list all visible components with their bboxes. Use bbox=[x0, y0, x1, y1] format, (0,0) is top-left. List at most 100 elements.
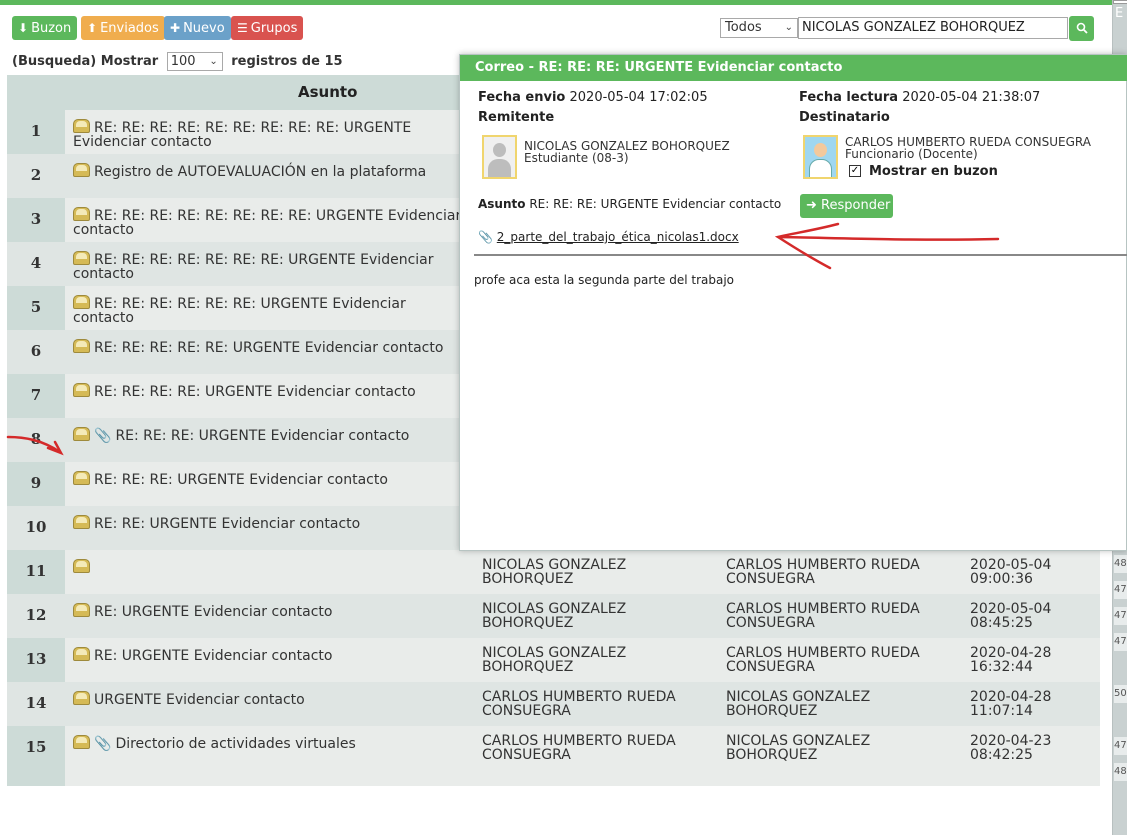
side-number: 48 bbox=[1114, 763, 1127, 781]
destinatario-label: Destinatario bbox=[799, 110, 890, 125]
fecha-envio: Fecha envio 2020-05-04 17:02:05 bbox=[478, 90, 708, 105]
enviados-button[interactable]: ⬆ Enviados bbox=[81, 16, 165, 40]
buzon-label: Buzon bbox=[31, 21, 72, 36]
side-panel-title: E bbox=[1115, 6, 1124, 21]
row-subject[interactable]: URGENTE Evidenciar contacto bbox=[73, 691, 463, 707]
subject-text: Directorio de actividades virtuales bbox=[115, 736, 356, 752]
list-icon: ☰ bbox=[237, 21, 248, 35]
row-number: 5 bbox=[30, 298, 42, 316]
row-subject[interactable]: RE: RE: RE: RE: RE: RE: RE: RE: RE: URGE… bbox=[73, 119, 463, 149]
row-date: 2020-04-23 08:42:25 bbox=[970, 733, 1052, 763]
fecha-envio-label: Fecha envio bbox=[478, 90, 566, 105]
envelope-icon bbox=[73, 427, 90, 441]
side-panel-box bbox=[1113, 0, 1127, 4]
side-number: 47 bbox=[1114, 737, 1127, 755]
row-subject[interactable]: Registro de AUTOEVALUACIÓN en la platafo… bbox=[73, 163, 463, 179]
row-number: 7 bbox=[30, 386, 42, 404]
asunto-line: Asunto RE: RE: RE: URGENTE Evidenciar co… bbox=[478, 197, 781, 211]
asunto-value: RE: RE: RE: URGENTE Evidenciar contacto bbox=[529, 197, 782, 211]
row-date: 2020-04-28 11:07:14 bbox=[970, 689, 1052, 719]
row-number: 10 bbox=[25, 518, 47, 536]
header-asunto: Asunto bbox=[298, 83, 358, 101]
search-button[interactable] bbox=[1069, 16, 1094, 41]
subject-text: RE: RE: RE: RE: RE: RE: RE: URGENTE Evid… bbox=[73, 252, 434, 282]
table-row[interactable]: 15 📎 Directorio de actividades virtuales CA… bbox=[7, 726, 1100, 770]
row-to: CARLOS HUMBERTO RUEDA CONSUEGRA bbox=[726, 601, 920, 631]
row-date: 2020-04-28 16:32:44 bbox=[970, 645, 1052, 675]
row-subject[interactable]: RE: RE: RE: RE: URGENTE Evidenciar conta… bbox=[73, 383, 463, 399]
subject-text: RE: RE: RE: RE: RE: RE: RE: RE: URGENTE … bbox=[73, 208, 462, 238]
remitente-label: Remitente bbox=[478, 110, 555, 125]
row-number: 13 bbox=[25, 650, 47, 668]
mostrar-label: Mostrar en buzon bbox=[869, 164, 998, 179]
row-number: 1 bbox=[30, 122, 42, 140]
arrow-right-icon: ➜ bbox=[806, 198, 817, 213]
row-subject[interactable]: 📎 Directorio de actividades virtuales bbox=[73, 735, 463, 751]
arrow-up-icon: ⬆ bbox=[87, 21, 98, 35]
row-number: 12 bbox=[25, 606, 47, 624]
side-number: 48 bbox=[1114, 555, 1127, 573]
row-subject[interactable]: RE: URGENTE Evidenciar contacto bbox=[73, 647, 463, 663]
grupos-button[interactable]: ☰ Grupos bbox=[231, 16, 304, 40]
attachment-link[interactable]: 2_parte_del_trabajo_ética_nicolas1.docx bbox=[497, 230, 739, 244]
subject-text: RE: RE: RE: RE: URGENTE Evidenciar conta… bbox=[94, 384, 416, 400]
row-subject[interactable]: RE: RE: RE: URGENTE Evidenciar contacto bbox=[73, 471, 463, 487]
side-number: 47 bbox=[1114, 607, 1127, 625]
row-subject[interactable]: RE: RE: RE: RE: RE: RE: RE: RE: URGENTE … bbox=[73, 207, 463, 237]
row-from: NICOLAS GONZALEZ BOHORQUEZ bbox=[482, 601, 627, 631]
listing-info: (Busqueda) Mostrar 100 ⌄ registros de 15 bbox=[12, 52, 343, 71]
row-number: 8 bbox=[30, 430, 42, 448]
check-icon: ✓ bbox=[850, 165, 860, 176]
row-subject[interactable] bbox=[73, 559, 463, 575]
buzon-button[interactable]: ⬇ Buzon bbox=[12, 16, 78, 40]
row-subject[interactable]: RE: RE: RE: RE: RE: RE: URGENTE Evidenci… bbox=[73, 295, 463, 325]
row-to: CARLOS HUMBERTO RUEDA CONSUEGRA bbox=[726, 645, 920, 675]
row-subject[interactable]: RE: RE: RE: RE: RE: URGENTE Evidenciar c… bbox=[73, 339, 463, 355]
row-subject[interactable]: RE: RE: RE: RE: RE: RE: RE: URGENTE Evid… bbox=[73, 251, 463, 281]
paperclip-icon: 📎 bbox=[94, 736, 112, 752]
message-body: profe aca esta la segunda parte del trab… bbox=[474, 273, 735, 287]
listing-prefix: (Busqueda) Mostrar bbox=[12, 54, 159, 69]
table-row[interactable]: 12 RE: URGENTE Evidenciar contacto NICOLAS… bbox=[7, 594, 1100, 638]
sender-avatar bbox=[482, 135, 517, 179]
side-number: 47 bbox=[1114, 633, 1127, 651]
filter-select[interactable]: Todos ⌄ bbox=[720, 18, 798, 38]
plus-icon: ✚ bbox=[170, 21, 181, 35]
envelope-icon bbox=[73, 295, 90, 309]
top-accent-bar bbox=[0, 0, 1112, 5]
attachment-row: 📎 2_parte_del_trabajo_ética_nicolas1.doc… bbox=[478, 230, 739, 244]
modal-title[interactable]: Correo - RE: RE: RE: URGENTE Evidenciar … bbox=[460, 55, 1127, 81]
subject-text: Registro de AUTOEVALUACIÓN en la platafo… bbox=[94, 164, 427, 180]
envelope-icon bbox=[73, 735, 90, 749]
envelope-icon bbox=[73, 647, 90, 661]
fecha-lectura-value: 2020-05-04 21:38:07 bbox=[902, 90, 1041, 105]
page-size-select[interactable]: 100 ⌄ bbox=[166, 52, 223, 71]
envelope-icon bbox=[73, 691, 90, 705]
mostrar-checkbox[interactable]: ✓ bbox=[849, 165, 861, 177]
search-input[interactable]: NICOLAS GONZALEZ BOHORQUEZ bbox=[798, 17, 1068, 39]
subject-text: RE: RE: RE: URGENTE Evidenciar contacto bbox=[115, 428, 410, 444]
listing-suffix: registros de 15 bbox=[231, 54, 343, 69]
row-subject[interactable]: 📎 RE: RE: RE: URGENTE Evidenciar contacto bbox=[73, 427, 463, 443]
row-subject[interactable]: RE: RE: URGENTE Evidenciar contacto bbox=[73, 515, 463, 531]
row-from: CARLOS HUMBERTO RUEDA CONSUEGRA bbox=[482, 689, 676, 719]
subject-text: RE: RE: RE: RE: RE: URGENTE Evidenciar c… bbox=[94, 340, 444, 356]
row-to: NICOLAS GONZALEZ BOHORQUEZ bbox=[726, 689, 871, 719]
table-row[interactable]: 11 NICOLAS GONZALEZ BOHORQUEZ CARLOS HUMBE… bbox=[7, 550, 1100, 594]
fecha-lectura-label: Fecha lectura bbox=[799, 90, 899, 105]
envelope-icon bbox=[73, 163, 90, 177]
search-icon bbox=[1076, 22, 1088, 34]
envelope-icon bbox=[73, 559, 90, 573]
envelope-icon bbox=[73, 515, 90, 529]
row-subject[interactable]: RE: URGENTE Evidenciar contacto bbox=[73, 603, 463, 619]
sender-role: Estudiante (08-3) bbox=[524, 151, 629, 165]
subject-text: RE: URGENTE Evidenciar contacto bbox=[94, 648, 333, 664]
nuevo-button[interactable]: ✚ Nuevo bbox=[164, 16, 231, 40]
table-row[interactable]: 13 RE: URGENTE Evidenciar contacto NICOLAS… bbox=[7, 638, 1100, 682]
filter-selected-value: Todos bbox=[725, 20, 762, 35]
responder-button[interactable]: ➜ Responder bbox=[800, 194, 893, 218]
recipient-avatar bbox=[803, 135, 838, 179]
chevron-down-icon: ⌄ bbox=[784, 22, 793, 33]
table-row[interactable]: 14 URGENTE Evidenciar contacto CARLOS HUMB… bbox=[7, 682, 1100, 726]
side-number: 50 bbox=[1114, 685, 1127, 703]
